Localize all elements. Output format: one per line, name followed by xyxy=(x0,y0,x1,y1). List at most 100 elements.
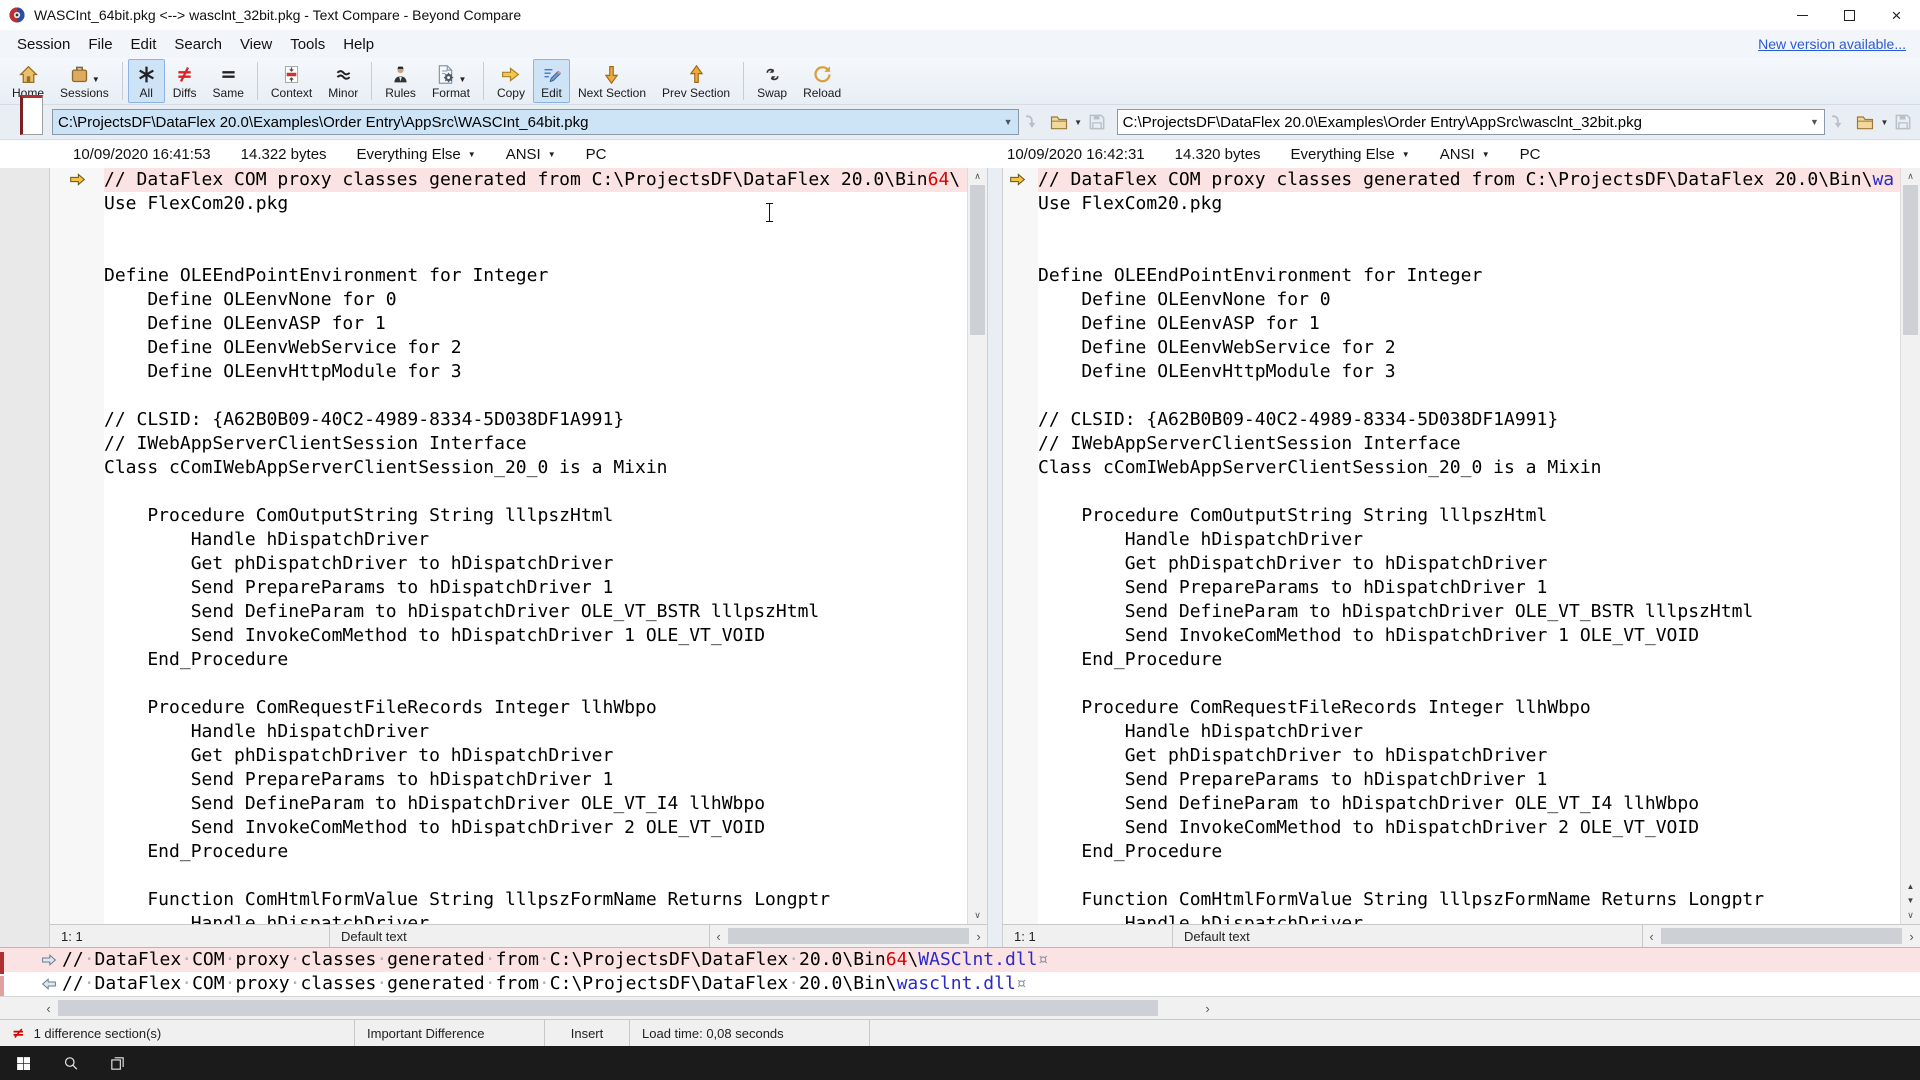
left-scope-dropdown[interactable]: Everything Else▼ xyxy=(357,146,476,163)
left-horizontal-scrollbar[interactable]: ‹ › xyxy=(710,925,987,947)
pane-splitter[interactable] xyxy=(987,168,1003,947)
menu-item-search[interactable]: Search xyxy=(165,36,231,53)
right-copy-file-icon[interactable] xyxy=(1825,109,1852,135)
scroll-up-icon[interactable]: ∧ xyxy=(968,168,987,185)
reload-button[interactable]: Reload xyxy=(795,59,849,103)
diff-overview-thumbnail[interactable] xyxy=(20,95,43,135)
left-browse-folder-icon[interactable] xyxy=(1046,109,1073,135)
code-line: // DataFlex COM proxy classes generated … xyxy=(104,168,967,192)
new-version-link[interactable]: New version available... xyxy=(1758,36,1912,52)
minimize-button[interactable] xyxy=(1779,0,1826,30)
prev-section-icon xyxy=(686,64,707,85)
scroll-left-icon[interactable]: ‹ xyxy=(40,1002,57,1015)
right-path-dropdown-icon[interactable]: ▼ xyxy=(1805,110,1824,134)
right-save-file-icon[interactable] xyxy=(1890,109,1917,135)
scroll-right-icon[interactable]: › xyxy=(970,930,987,943)
menu-item-file[interactable]: File xyxy=(79,36,121,53)
scroll-down-icon[interactable]: ∨ xyxy=(968,907,987,924)
menu-item-session[interactable]: Session xyxy=(8,36,79,53)
scroll-left-icon[interactable]: ‹ xyxy=(710,930,727,943)
left-path-dropdown-icon[interactable]: ▼ xyxy=(999,110,1018,134)
input-mode-cell: Insert xyxy=(545,1020,630,1046)
left-pane-editor[interactable]: // DataFlex COM proxy classes generated … xyxy=(50,168,987,924)
swap-button[interactable]: Swap xyxy=(749,59,795,103)
right-scope-dropdown[interactable]: Everything Else▼ xyxy=(1291,146,1410,163)
left-vertical-scrollbar[interactable]: ∧ ∨ xyxy=(967,168,987,924)
format-icon xyxy=(435,64,456,85)
right-path-input[interactable] xyxy=(1118,110,1805,134)
rules-icon xyxy=(390,64,411,85)
code-line xyxy=(104,480,967,504)
close-button[interactable]: × xyxy=(1873,0,1920,30)
scrollbar-thumb[interactable] xyxy=(970,185,985,335)
left-code-area[interactable]: // DataFlex COM proxy classes generated … xyxy=(104,168,967,924)
code-line: Send DefineParam to hDispatchDriver OLE_… xyxy=(1038,600,1900,624)
chevron-down-icon[interactable]: ▼ xyxy=(92,75,100,85)
context-button[interactable]: Context xyxy=(263,59,320,103)
right-pane-editor[interactable]: // DataFlex COM proxy classes generated … xyxy=(1003,168,1920,924)
prev-section-button[interactable]: Prev Section xyxy=(654,59,738,103)
code-line: Handle hDispatchDriver xyxy=(1038,528,1900,552)
prev-diff-icon[interactable]: ▼ xyxy=(1901,893,1920,907)
all-icon xyxy=(136,64,157,85)
taskbar-search-button[interactable] xyxy=(47,1046,94,1080)
edit-button[interactable]: Edit xyxy=(533,59,570,103)
code-line xyxy=(1038,240,1900,264)
left-pane-statusbar: 1: 1 Default text ‹ › xyxy=(50,924,987,947)
left-copy-file-icon[interactable] xyxy=(1019,109,1046,135)
not-equal-icon: ≠ xyxy=(12,1024,25,1042)
scroll-right-icon[interactable]: › xyxy=(1903,930,1920,943)
scrollbar-thumb[interactable] xyxy=(58,1000,1158,1016)
rules-button[interactable]: Rules xyxy=(377,59,424,103)
chevron-down-icon[interactable]: ▼ xyxy=(458,75,466,85)
left-path-input[interactable] xyxy=(53,110,999,134)
scroll-left-icon[interactable]: ‹ xyxy=(1643,930,1660,943)
menu-item-tools[interactable]: Tools xyxy=(281,36,334,53)
window-title: WASCInt_64bit.pkg <--> wasclnt_32bit.pkg… xyxy=(34,7,521,23)
code-line: Use FlexCom20.pkg xyxy=(104,192,967,216)
diff-panel-horizontal-scrollbar[interactable]: ‹ › xyxy=(0,996,1920,1019)
code-line: End_Procedure xyxy=(104,648,967,672)
scrollbar-thumb[interactable] xyxy=(728,928,969,944)
menu-item-edit[interactable]: Edit xyxy=(122,36,166,53)
code-line: Define OLEEndPointEnvironment for Intege… xyxy=(104,264,967,288)
chevron-down-icon: ▼ xyxy=(1482,150,1490,159)
menu-item-help[interactable]: Help xyxy=(334,36,383,53)
right-code-area[interactable]: // DataFlex COM proxy classes generated … xyxy=(1038,168,1900,924)
toolbar-button-label: Copy xyxy=(497,86,525,100)
left-save-file-icon[interactable] xyxy=(1084,109,1111,135)
scroll-up-icon[interactable]: ∧ xyxy=(1901,168,1920,185)
left-browse-dropdown-icon[interactable]: ▼ xyxy=(1073,118,1084,127)
same-button[interactable]: Same xyxy=(205,59,252,103)
code-line: End_Procedure xyxy=(1038,840,1900,864)
right-horizontal-scrollbar[interactable]: ‹ › xyxy=(1643,925,1920,947)
task-view-button[interactable] xyxy=(94,1046,141,1080)
scroll-right-icon[interactable]: › xyxy=(1199,1002,1216,1015)
sessions-button[interactable]: ▼Sessions xyxy=(52,59,117,103)
format-button[interactable]: ▼Format xyxy=(424,59,478,103)
minor-button[interactable]: Minor xyxy=(320,59,366,103)
right-encoding-dropdown[interactable]: ANSI▼ xyxy=(1440,146,1490,163)
code-line xyxy=(1038,480,1900,504)
all-button[interactable]: All xyxy=(128,59,165,103)
start-button[interactable] xyxy=(0,1046,47,1080)
next-diff-icon[interactable]: ▲ xyxy=(1901,879,1920,893)
menu-item-view[interactable]: View xyxy=(231,36,281,53)
overview-strip[interactable] xyxy=(0,168,50,947)
left-encoding-dropdown[interactable]: ANSI▼ xyxy=(506,146,556,163)
minimize-icon xyxy=(1797,15,1808,16)
next-section-button[interactable]: Next Section xyxy=(570,59,654,103)
diffs-button[interactable]: Diffs xyxy=(165,59,205,103)
code-line: Get phDispatchDriver to hDispatchDriver xyxy=(104,552,967,576)
code-line: // CLSID: {A62B0B09-40C2-4989-8334-5D038… xyxy=(1038,408,1900,432)
restore-button[interactable] xyxy=(1826,0,1873,30)
right-browse-folder-icon[interactable] xyxy=(1852,109,1879,135)
scrollbar-thumb[interactable] xyxy=(1903,185,1918,335)
copy-button[interactable]: Copy xyxy=(489,59,533,103)
scroll-down-icon[interactable]: ∨ xyxy=(1901,907,1920,924)
diff-map-tick xyxy=(0,952,4,974)
scrollbar-thumb[interactable] xyxy=(1661,928,1902,944)
right-browse-dropdown-icon[interactable]: ▼ xyxy=(1879,118,1890,127)
right-vertical-scrollbar[interactable]: ∧ ▲ ▼ ∨ xyxy=(1900,168,1920,924)
code-line: Get phDispatchDriver to hDispatchDriver xyxy=(1038,552,1900,576)
